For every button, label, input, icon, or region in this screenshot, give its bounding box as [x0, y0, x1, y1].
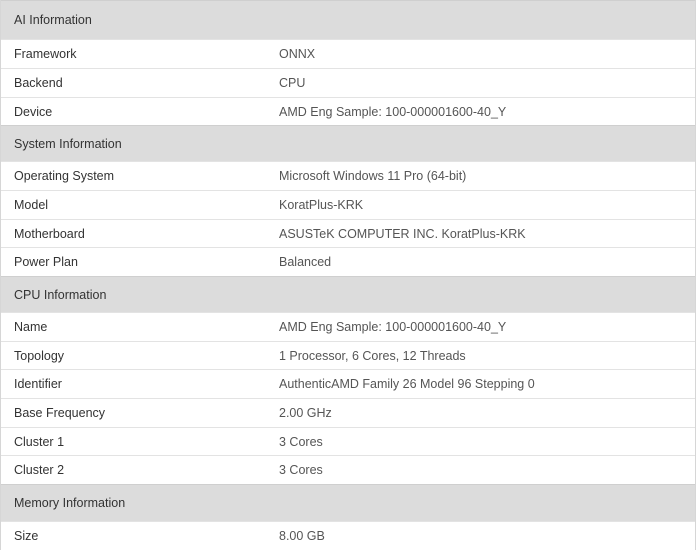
row-value: 3 Cores: [279, 463, 323, 477]
row-label: Framework: [14, 47, 77, 61]
row-value: AMD Eng Sample: 100-000001600-40_Y: [279, 104, 507, 119]
row-label: Topology: [14, 348, 65, 363]
table-row-identifier: Identifier AuthenticAMD Family 26 Model …: [1, 369, 695, 398]
table-row-operating-system: Operating System Microsoft Windows 11 Pr…: [1, 161, 695, 190]
section-title: Memory Information: [14, 496, 126, 510]
table-row-model: Model KoratPlus-KRK: [1, 190, 695, 219]
table-row-size: Size 8.00 GB: [1, 521, 695, 550]
row-label: Identifier: [14, 377, 62, 391]
table-row-cluster-2: Cluster 2 3 Cores: [1, 455, 695, 484]
section-title: System Information: [14, 136, 122, 151]
row-label: Operating System: [14, 169, 115, 183]
row-value: Balanced: [279, 255, 332, 269]
row-label: Name: [14, 320, 48, 334]
row-value: KoratPlus-KRK: [279, 198, 364, 212]
section-title: CPU Information: [14, 287, 107, 302]
section-header-memory-information: Memory Information: [1, 484, 695, 521]
row-label: Motherboard: [14, 226, 85, 241]
row-value: Microsoft Windows 11 Pro (64-bit): [279, 169, 467, 183]
row-value: 8.00 GB: [279, 529, 325, 543]
table-row-name: Name AMD Eng Sample: 100-000001600-40_Y: [1, 312, 695, 341]
table-row-power-plan: Power Plan Balanced: [1, 247, 695, 276]
row-label: Base Frequency: [14, 406, 106, 420]
row-label: Cluster 1: [14, 434, 65, 449]
row-value: ONNX: [279, 47, 316, 61]
row-value: 2.00 GHz: [279, 406, 332, 420]
table-row-backend: Backend CPU: [1, 68, 695, 97]
section-header-cpu-information: CPU Information: [1, 276, 695, 312]
row-label: Device: [14, 104, 53, 119]
row-value: ASUSTeK COMPUTER INC. KoratPlus-KRK: [279, 226, 526, 241]
row-label: Size: [14, 529, 39, 543]
table-row-base-frequency: Base Frequency 2.00 GHz: [1, 398, 695, 427]
row-label: Model: [14, 198, 49, 212]
row-label: Power Plan: [14, 255, 78, 269]
row-value: CPU: [279, 76, 306, 90]
row-label: Backend: [14, 76, 63, 90]
table-row-cluster-1: Cluster 1 3 Cores: [1, 427, 695, 455]
section-header-system-information: System Information: [1, 125, 695, 161]
system-info-table: AI Information Framework ONNX Backend CP…: [0, 0, 696, 550]
table-row-framework: Framework ONNX: [1, 39, 695, 68]
row-value: AuthenticAMD Family 26 Model 96 Stepping…: [279, 377, 535, 391]
section-header-ai-information: AI Information: [1, 0, 695, 39]
section-title: AI Information: [14, 13, 92, 27]
table-row-motherboard: Motherboard ASUSTeK COMPUTER INC. KoratP…: [1, 219, 695, 247]
table-row-topology: Topology 1 Processor, 6 Cores, 12 Thread…: [1, 341, 695, 369]
row-value: 3 Cores: [279, 434, 323, 449]
row-label: Cluster 2: [14, 463, 65, 477]
row-value: 1 Processor, 6 Cores, 12 Threads: [279, 348, 466, 363]
table-row-device: Device AMD Eng Sample: 100-000001600-40_…: [1, 97, 695, 125]
row-value: AMD Eng Sample: 100-000001600-40_Y: [279, 320, 507, 334]
